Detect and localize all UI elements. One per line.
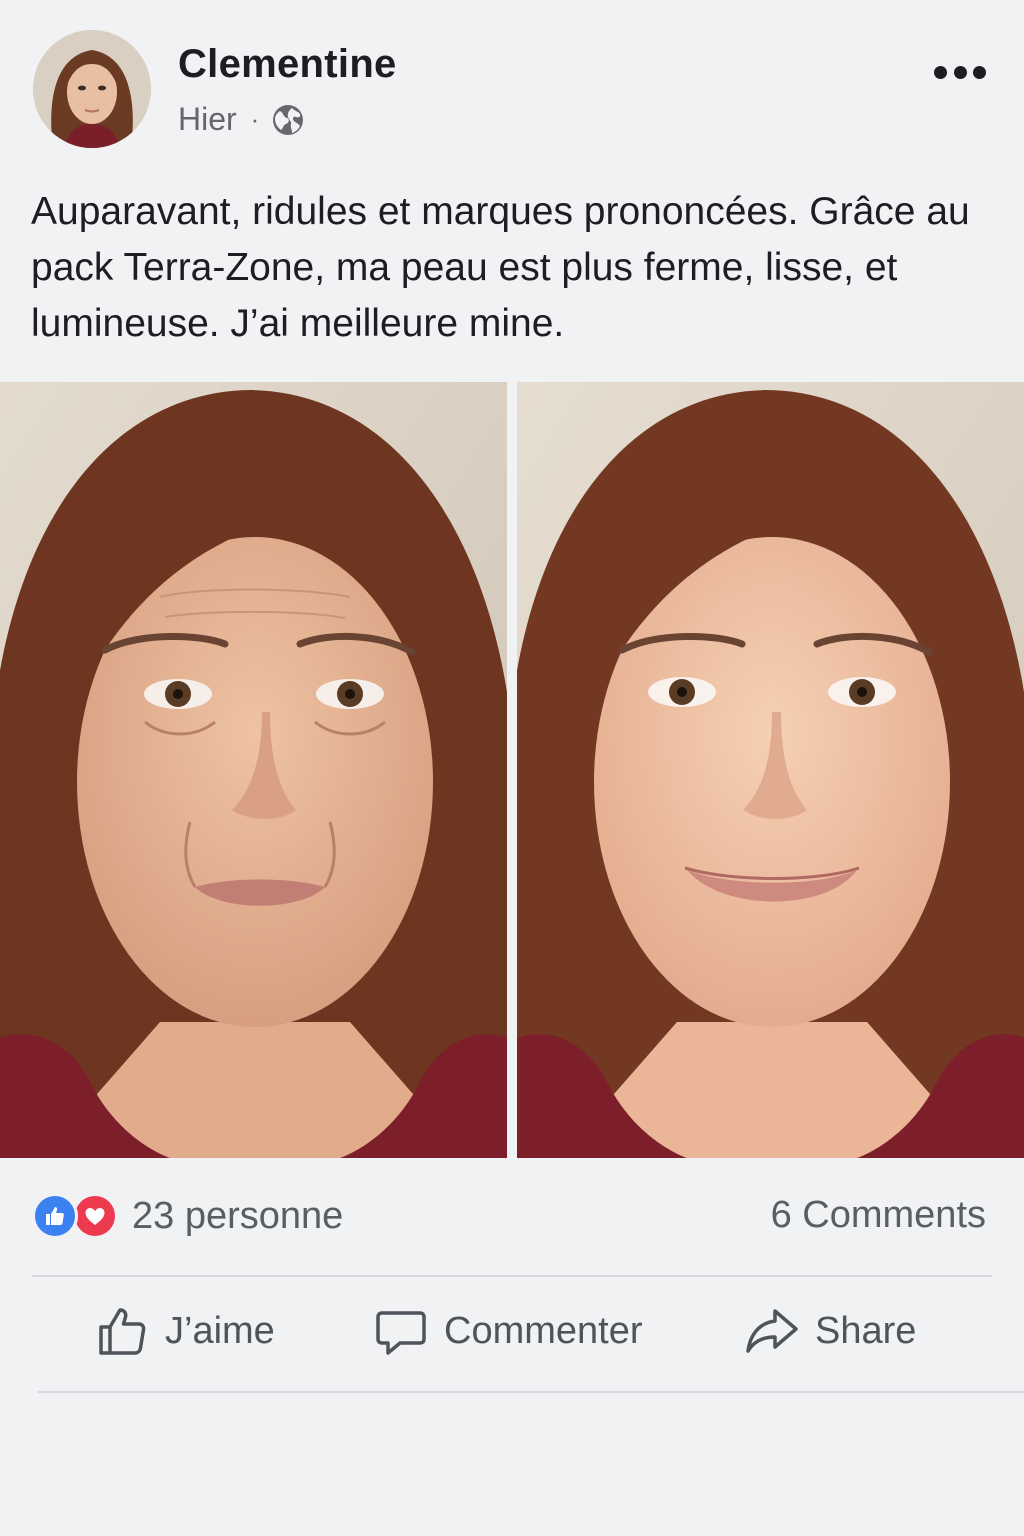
- comment-button[interactable]: Commenter: [376, 1300, 643, 1362]
- facebook-post: Clementine Hier · Auparavant, ridules et…: [0, 0, 1024, 1536]
- comments-count[interactable]: 6 Comments: [771, 1194, 986, 1237]
- like-button-label: J’aime: [165, 1309, 275, 1352]
- face-photo-before: [0, 382, 507, 1158]
- reaction-count: 23 personne: [132, 1194, 344, 1237]
- more-dot: [973, 65, 986, 79]
- more-options-button[interactable]: [934, 50, 986, 94]
- meta-separator: ·: [250, 104, 260, 134]
- globe-icon: [271, 103, 305, 137]
- comment-bubble-icon: [376, 1311, 426, 1355]
- divider: [38, 1391, 1024, 1393]
- author-name[interactable]: Clementine: [178, 42, 397, 87]
- avatar-image: [33, 30, 151, 148]
- comment-button-label: Commenter: [444, 1309, 643, 1352]
- share-button[interactable]: Share: [745, 1300, 916, 1362]
- share-button-label: Share: [815, 1309, 917, 1352]
- thumbs-up-icon: [99, 1308, 146, 1355]
- more-dot: [953, 65, 967, 79]
- post-time[interactable]: Hier: [178, 101, 237, 138]
- like-button[interactable]: J’aime: [97, 1300, 275, 1362]
- post-meta: Hier ·: [178, 101, 305, 138]
- reactions-summary[interactable]: 23 personne: [32, 1193, 343, 1239]
- more-dot: [934, 65, 947, 79]
- avatar[interactable]: [33, 30, 151, 148]
- divider: [32, 1275, 992, 1277]
- photo-before[interactable]: [0, 382, 507, 1158]
- love-reaction-icon: [72, 1193, 118, 1239]
- face-photo-after: [517, 382, 1024, 1158]
- photo-after[interactable]: [517, 382, 1024, 1158]
- like-reaction-icon: [32, 1193, 78, 1239]
- post-text: Auparavant, ridules et marques prononcée…: [31, 190, 970, 345]
- share-arrow-icon: [746, 1309, 798, 1353]
